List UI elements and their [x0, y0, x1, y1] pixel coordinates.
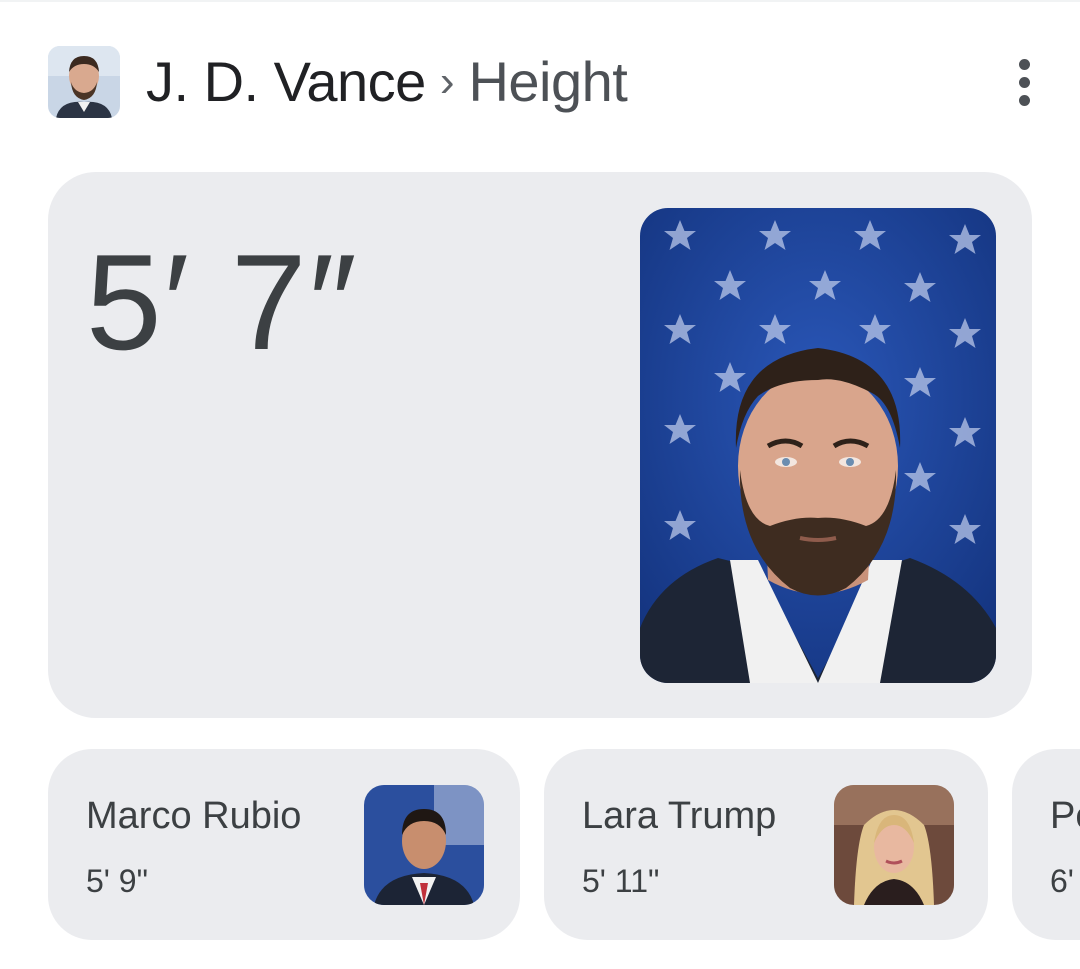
related-height: 5' 11": [582, 863, 660, 899]
breadcrumb-attribute: Height: [468, 50, 628, 113]
breadcrumb-chevron-icon: ›: [439, 57, 455, 106]
related-photo: [364, 785, 484, 905]
entity-photo[interactable]: [640, 208, 996, 683]
related-height: 6': [1050, 863, 1074, 899]
entity-thumbnail[interactable]: [48, 46, 120, 118]
related-name: Pe: [1050, 795, 1080, 837]
breadcrumb: J. D. Vance › Height: [146, 49, 628, 115]
related-name: Marco Rubio: [86, 795, 302, 837]
answer-card: 5′ 7″: [48, 172, 1032, 718]
header: J. D. Vance › Height: [48, 46, 1048, 118]
height-value: 5′ 7″: [86, 226, 359, 378]
breadcrumb-entity[interactable]: J. D. Vance: [146, 54, 426, 110]
related-people: Marco Rubio 5' 9" Lara Trump 5' 11" P 6': [48, 749, 1080, 941]
related-name: Lara Trump: [582, 795, 777, 837]
related-height: 5' 9": [86, 863, 148, 899]
related-card-partial[interactable]: Pe 6': [1012, 749, 1080, 940]
top-divider: [0, 0, 1080, 2]
related-card-lara-trump[interactable]: Lara Trump 5' 11": [544, 749, 988, 940]
related-card-marco-rubio[interactable]: Marco Rubio 5' 9": [48, 749, 520, 940]
related-photo: [834, 785, 954, 905]
more-vert-icon[interactable]: [1000, 54, 1048, 110]
